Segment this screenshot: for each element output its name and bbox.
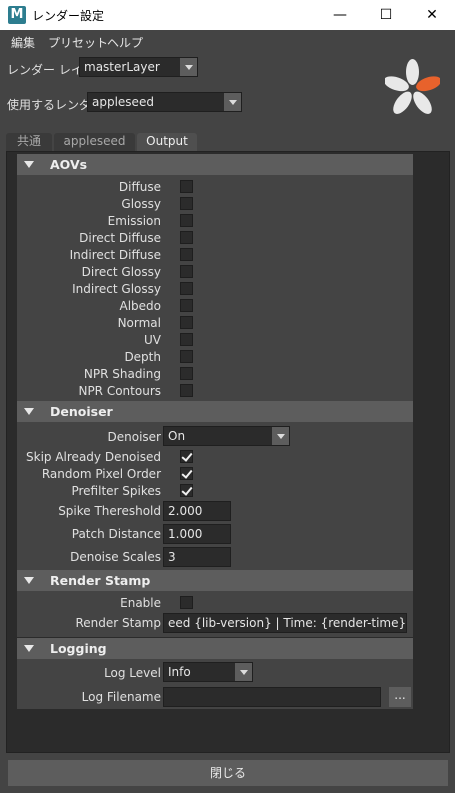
section-body-render-stamp: Enable Render Stamp eed {lib-version} | … xyxy=(17,591,413,637)
section-body-aovs: Diffuse Glossy Emission Direct Diffuse I… xyxy=(17,175,413,401)
menu-presets[interactable]: プリセット xyxy=(48,34,108,51)
log-filename-field[interactable] xyxy=(163,687,381,707)
render-layer-dropdown[interactable]: masterLayer xyxy=(79,57,198,77)
denoise-scales-field[interactable]: 3 xyxy=(163,547,231,567)
menu-edit[interactable]: 編集 xyxy=(11,34,35,51)
denoiser-label: Denoiser xyxy=(107,430,161,444)
maya-app-icon: M xyxy=(8,6,26,24)
minimize-button[interactable]: — xyxy=(317,0,363,30)
aov-checkbox-diffuse[interactable] xyxy=(180,180,193,193)
collapse-triangle-icon xyxy=(24,577,34,584)
chevron-down-icon xyxy=(271,427,289,445)
log-level-value: Info xyxy=(168,665,191,679)
appleseed-logo-icon xyxy=(385,59,440,114)
stamp-enable-checkbox[interactable] xyxy=(180,596,193,609)
aov-label-direct-diffuse: Direct Diffuse xyxy=(79,231,161,245)
render-stamp-field[interactable]: eed {lib-version} | Time: {render-time} xyxy=(163,613,407,633)
aov-label-npr-shading: NPR Shading xyxy=(83,367,161,381)
random-pixel-order-label: Random Pixel Order xyxy=(41,467,161,481)
tab-appleseed[interactable]: appleseed xyxy=(54,133,135,151)
skip-denoised-label: Skip Already Denoised xyxy=(26,450,161,464)
chevron-down-icon xyxy=(234,663,252,681)
skip-denoised-checkbox[interactable] xyxy=(180,450,193,463)
denoiser-value: On xyxy=(168,429,186,443)
aov-checkbox-depth[interactable] xyxy=(180,350,193,363)
chevron-down-icon xyxy=(179,58,197,76)
tab-common[interactable]: 共通 xyxy=(6,133,52,151)
aov-checkbox-indirect-glossy[interactable] xyxy=(180,282,193,295)
renderer-dropdown[interactable]: appleseed xyxy=(87,92,242,112)
log-level-dropdown[interactable]: Info xyxy=(163,662,253,682)
stamp-enable-label: Enable xyxy=(120,596,161,610)
render-stamp-label: Render Stamp xyxy=(75,616,161,630)
aov-checkbox-normal[interactable] xyxy=(180,316,193,329)
section-title-denoiser: Denoiser xyxy=(50,404,113,419)
aov-label-depth: Depth xyxy=(124,350,161,364)
aov-checkbox-direct-glossy[interactable] xyxy=(180,265,193,278)
aov-checkbox-albedo[interactable] xyxy=(180,299,193,312)
collapse-triangle-icon xyxy=(24,645,34,652)
aov-label-emission: Emission xyxy=(107,214,161,228)
spike-threshold-label: Spike Thereshold xyxy=(58,504,161,518)
aov-label-direct-glossy: Direct Glossy xyxy=(81,265,161,279)
denoise-scales-label: Denoise Scales xyxy=(70,550,161,564)
aov-label-diffuse: Diffuse xyxy=(118,180,161,194)
window-title: レンダー設定 xyxy=(32,9,105,23)
spike-threshold-field[interactable]: 2.000 xyxy=(163,501,231,521)
section-header-denoiser[interactable]: Denoiser xyxy=(17,401,413,422)
output-panel: AOVs Diffuse Glossy Emission Direct Diff… xyxy=(6,151,450,753)
aov-label-indirect-glossy: Indirect Glossy xyxy=(72,282,161,296)
maximize-button[interactable]: ☐ xyxy=(363,0,409,30)
aov-label-npr-contours: NPR Contours xyxy=(78,384,161,398)
aov-checkbox-indirect-diffuse[interactable] xyxy=(180,248,193,261)
patch-distance-label: Patch Distance xyxy=(71,527,161,541)
browse-button[interactable]: ... xyxy=(389,687,411,707)
aov-checkbox-uv[interactable] xyxy=(180,333,193,346)
render-layer-value: masterLayer xyxy=(84,60,160,74)
close-button[interactable]: 閉じる xyxy=(8,760,448,786)
prefilter-spikes-checkbox[interactable] xyxy=(180,484,193,497)
section-title-logging: Logging xyxy=(50,641,107,656)
aov-checkbox-glossy[interactable] xyxy=(180,197,193,210)
section-header-render-stamp[interactable]: Render Stamp xyxy=(17,570,413,591)
section-body-logging: Log Level Info Log Filename ... xyxy=(17,659,413,709)
aov-checkbox-emission[interactable] xyxy=(180,214,193,227)
collapse-triangle-icon xyxy=(24,408,34,415)
log-level-label: Log Level xyxy=(104,666,161,680)
close-window-button[interactable]: ✕ xyxy=(409,0,455,30)
aov-checkbox-npr-shading[interactable] xyxy=(180,367,193,380)
log-filename-label: Log Filename xyxy=(81,690,161,704)
section-header-logging[interactable]: Logging xyxy=(17,638,413,659)
collapse-triangle-icon xyxy=(24,161,34,168)
aov-label-indirect-diffuse: Indirect Diffuse xyxy=(69,248,161,262)
prefilter-spikes-label: Prefilter Spikes xyxy=(71,484,161,498)
aov-checkbox-direct-diffuse[interactable] xyxy=(180,231,193,244)
section-title-render-stamp: Render Stamp xyxy=(50,573,151,588)
aov-label-albedo: Albedo xyxy=(119,299,161,313)
tab-output[interactable]: Output xyxy=(137,133,197,152)
section-header-aovs[interactable]: AOVs xyxy=(17,154,413,175)
aov-checkbox-npr-contours[interactable] xyxy=(180,384,193,397)
title-bar: M レンダー設定 — ☐ ✕ xyxy=(0,0,455,30)
random-pixel-order-checkbox[interactable] xyxy=(180,467,193,480)
aov-label-normal: Normal xyxy=(117,316,161,330)
denoiser-dropdown[interactable]: On xyxy=(163,426,290,446)
patch-distance-field[interactable]: 1.000 xyxy=(163,524,231,544)
section-body-denoiser: Denoiser On Skip Already Denoised Random… xyxy=(17,422,413,570)
renderer-value: appleseed xyxy=(92,95,154,109)
chevron-down-icon xyxy=(223,93,241,111)
section-title-aovs: AOVs xyxy=(50,157,88,172)
menu-bar: 編集 プリセット ヘルプ xyxy=(0,32,455,52)
aov-label-glossy: Glossy xyxy=(121,197,161,211)
aov-label-uv: UV xyxy=(144,333,161,347)
menu-help[interactable]: ヘルプ xyxy=(107,34,143,51)
